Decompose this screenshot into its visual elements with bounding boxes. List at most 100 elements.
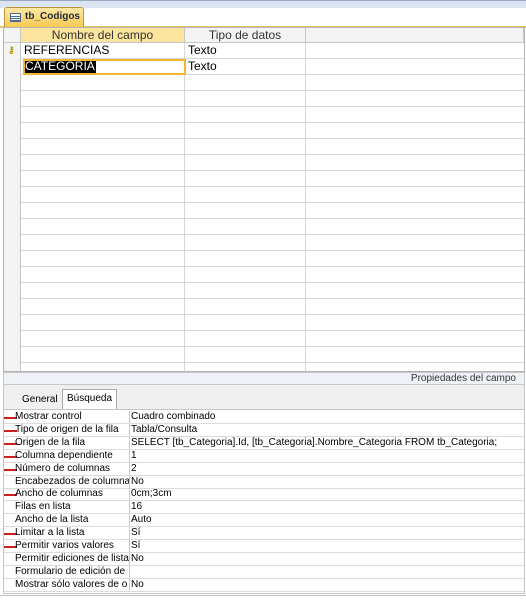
data-type-cell[interactable] <box>185 123 306 139</box>
tab-busqueda[interactable]: Búsqueda <box>62 389 118 409</box>
field-name-cell[interactable] <box>21 91 185 107</box>
description-cell[interactable] <box>306 251 524 267</box>
row-selector[interactable] <box>4 267 21 283</box>
tab-general[interactable]: General <box>18 391 62 409</box>
row-selector[interactable] <box>4 91 21 107</box>
table-row[interactable] <box>4 123 524 139</box>
property-row[interactable]: Columna dependiente 1 <box>4 449 524 463</box>
property-value-field[interactable]: No <box>131 476 521 488</box>
description-cell[interactable] <box>306 283 524 299</box>
table-document-tab[interactable]: tb_Codigos <box>4 7 84 27</box>
description-cell[interactable] <box>306 267 524 283</box>
table-row[interactable] <box>4 347 524 363</box>
table-row[interactable] <box>4 363 524 371</box>
property-row[interactable]: Filas en lista 16 <box>4 501 524 515</box>
description-cell[interactable] <box>306 59 524 75</box>
table-row[interactable] <box>4 107 524 123</box>
field-name-cell[interactable] <box>21 123 185 139</box>
property-value-field[interactable]: Sí <box>131 527 521 539</box>
table-row[interactable] <box>4 203 524 219</box>
field-name-cell[interactable] <box>21 155 185 171</box>
data-type-cell[interactable] <box>185 363 306 371</box>
field-name-cell[interactable] <box>21 171 185 187</box>
description-cell[interactable] <box>306 75 524 91</box>
field-name-cell[interactable] <box>21 107 185 123</box>
data-type-cell[interactable]: Texto <box>185 43 306 59</box>
description-cell[interactable] <box>306 235 524 251</box>
description-cell[interactable] <box>306 187 524 203</box>
table-row[interactable] <box>4 139 524 155</box>
field-name-cell[interactable] <box>21 219 185 235</box>
description-cell[interactable] <box>306 91 524 107</box>
description-cell[interactable] <box>306 363 524 371</box>
field-name-cell[interactable] <box>21 187 185 203</box>
table-row[interactable] <box>4 75 524 91</box>
field-name-cell[interactable] <box>21 283 185 299</box>
data-type-cell[interactable] <box>185 331 306 347</box>
data-type-cell[interactable] <box>185 235 306 251</box>
field-name-cell[interactable] <box>21 267 185 283</box>
property-row[interactable]: Permitir varios valores Sí <box>4 540 524 553</box>
row-selector[interactable] <box>4 75 21 91</box>
property-row[interactable]: Permitir ediciones de lista No <box>4 552 524 566</box>
row-selector-header[interactable] <box>4 28 21 43</box>
row-selector[interactable] <box>4 155 21 171</box>
table-row[interactable] <box>4 315 524 331</box>
data-type-cell[interactable] <box>185 315 306 331</box>
row-selector[interactable] <box>4 331 21 347</box>
description-cell[interactable] <box>306 123 524 139</box>
description-cell[interactable] <box>306 331 524 347</box>
property-row[interactable]: Ancho de columnas 0cm;3cm <box>4 488 524 502</box>
row-selector[interactable] <box>4 203 21 219</box>
data-type-cell[interactable] <box>185 187 306 203</box>
data-type-cell[interactable] <box>185 347 306 363</box>
table-row[interactable] <box>4 219 524 235</box>
field-name-cell[interactable] <box>21 139 185 155</box>
field-name-cell[interactable] <box>21 315 185 331</box>
data-type-cell[interactable] <box>185 107 306 123</box>
description-cell[interactable] <box>306 347 524 363</box>
table-row[interactable] <box>4 283 524 299</box>
data-type-cell[interactable] <box>185 203 306 219</box>
property-row[interactable]: Ancho de la lista Auto <box>4 514 524 528</box>
property-row[interactable]: Tipo de origen de la fila Tabla/Consulta <box>4 423 524 437</box>
table-row[interactable] <box>4 155 524 171</box>
property-row[interactable]: Mostrar sólo valores de o No <box>4 578 524 592</box>
row-selector[interactable] <box>4 347 21 363</box>
property-row[interactable]: Encabezados de columna No <box>4 475 524 489</box>
row-selector[interactable] <box>4 251 21 267</box>
table-row[interactable] <box>4 187 524 203</box>
property-value-field[interactable]: 0cm;3cm <box>131 488 521 500</box>
property-row[interactable]: Número de columnas 2 <box>4 462 524 476</box>
row-selector[interactable] <box>4 299 21 315</box>
row-selector[interactable] <box>4 187 21 203</box>
data-type-cell[interactable] <box>185 219 306 235</box>
table-row[interactable] <box>4 171 524 187</box>
field-name-cell[interactable] <box>21 299 185 315</box>
table-row[interactable] <box>4 267 524 283</box>
row-selector[interactable]: ⚷ <box>4 43 21 59</box>
data-type-cell[interactable] <box>185 283 306 299</box>
property-value-field[interactable]: 1 <box>131 450 521 462</box>
description-cell[interactable] <box>306 203 524 219</box>
property-value-field[interactable]: SELECT [tb_Categoria].Id, [tb_Categoria]… <box>131 437 521 449</box>
column-header-data-type[interactable]: Tipo de datos <box>185 28 306 43</box>
table-row[interactable] <box>4 251 524 267</box>
field-name-cell[interactable] <box>21 331 185 347</box>
row-selector[interactable] <box>4 139 21 155</box>
property-value-field[interactable]: Sí <box>131 540 521 552</box>
row-selector[interactable] <box>4 123 21 139</box>
table-row[interactable] <box>4 331 524 347</box>
data-type-cell[interactable] <box>185 155 306 171</box>
row-selector[interactable] <box>4 59 21 75</box>
property-value-field[interactable]: 2 <box>131 463 521 475</box>
data-type-cell[interactable] <box>185 251 306 267</box>
description-cell[interactable] <box>306 299 524 315</box>
field-name-cell[interactable] <box>21 235 185 251</box>
row-selector[interactable] <box>4 363 21 371</box>
description-cell[interactable] <box>306 43 524 59</box>
property-row[interactable]: Limitar a la lista Sí <box>4 527 524 541</box>
table-row[interactable]: ⚷ REFERENCIAS Texto <box>4 43 524 59</box>
field-name-cell[interactable]: REFERENCIAS <box>21 43 185 59</box>
data-type-cell[interactable]: Texto <box>185 59 306 75</box>
